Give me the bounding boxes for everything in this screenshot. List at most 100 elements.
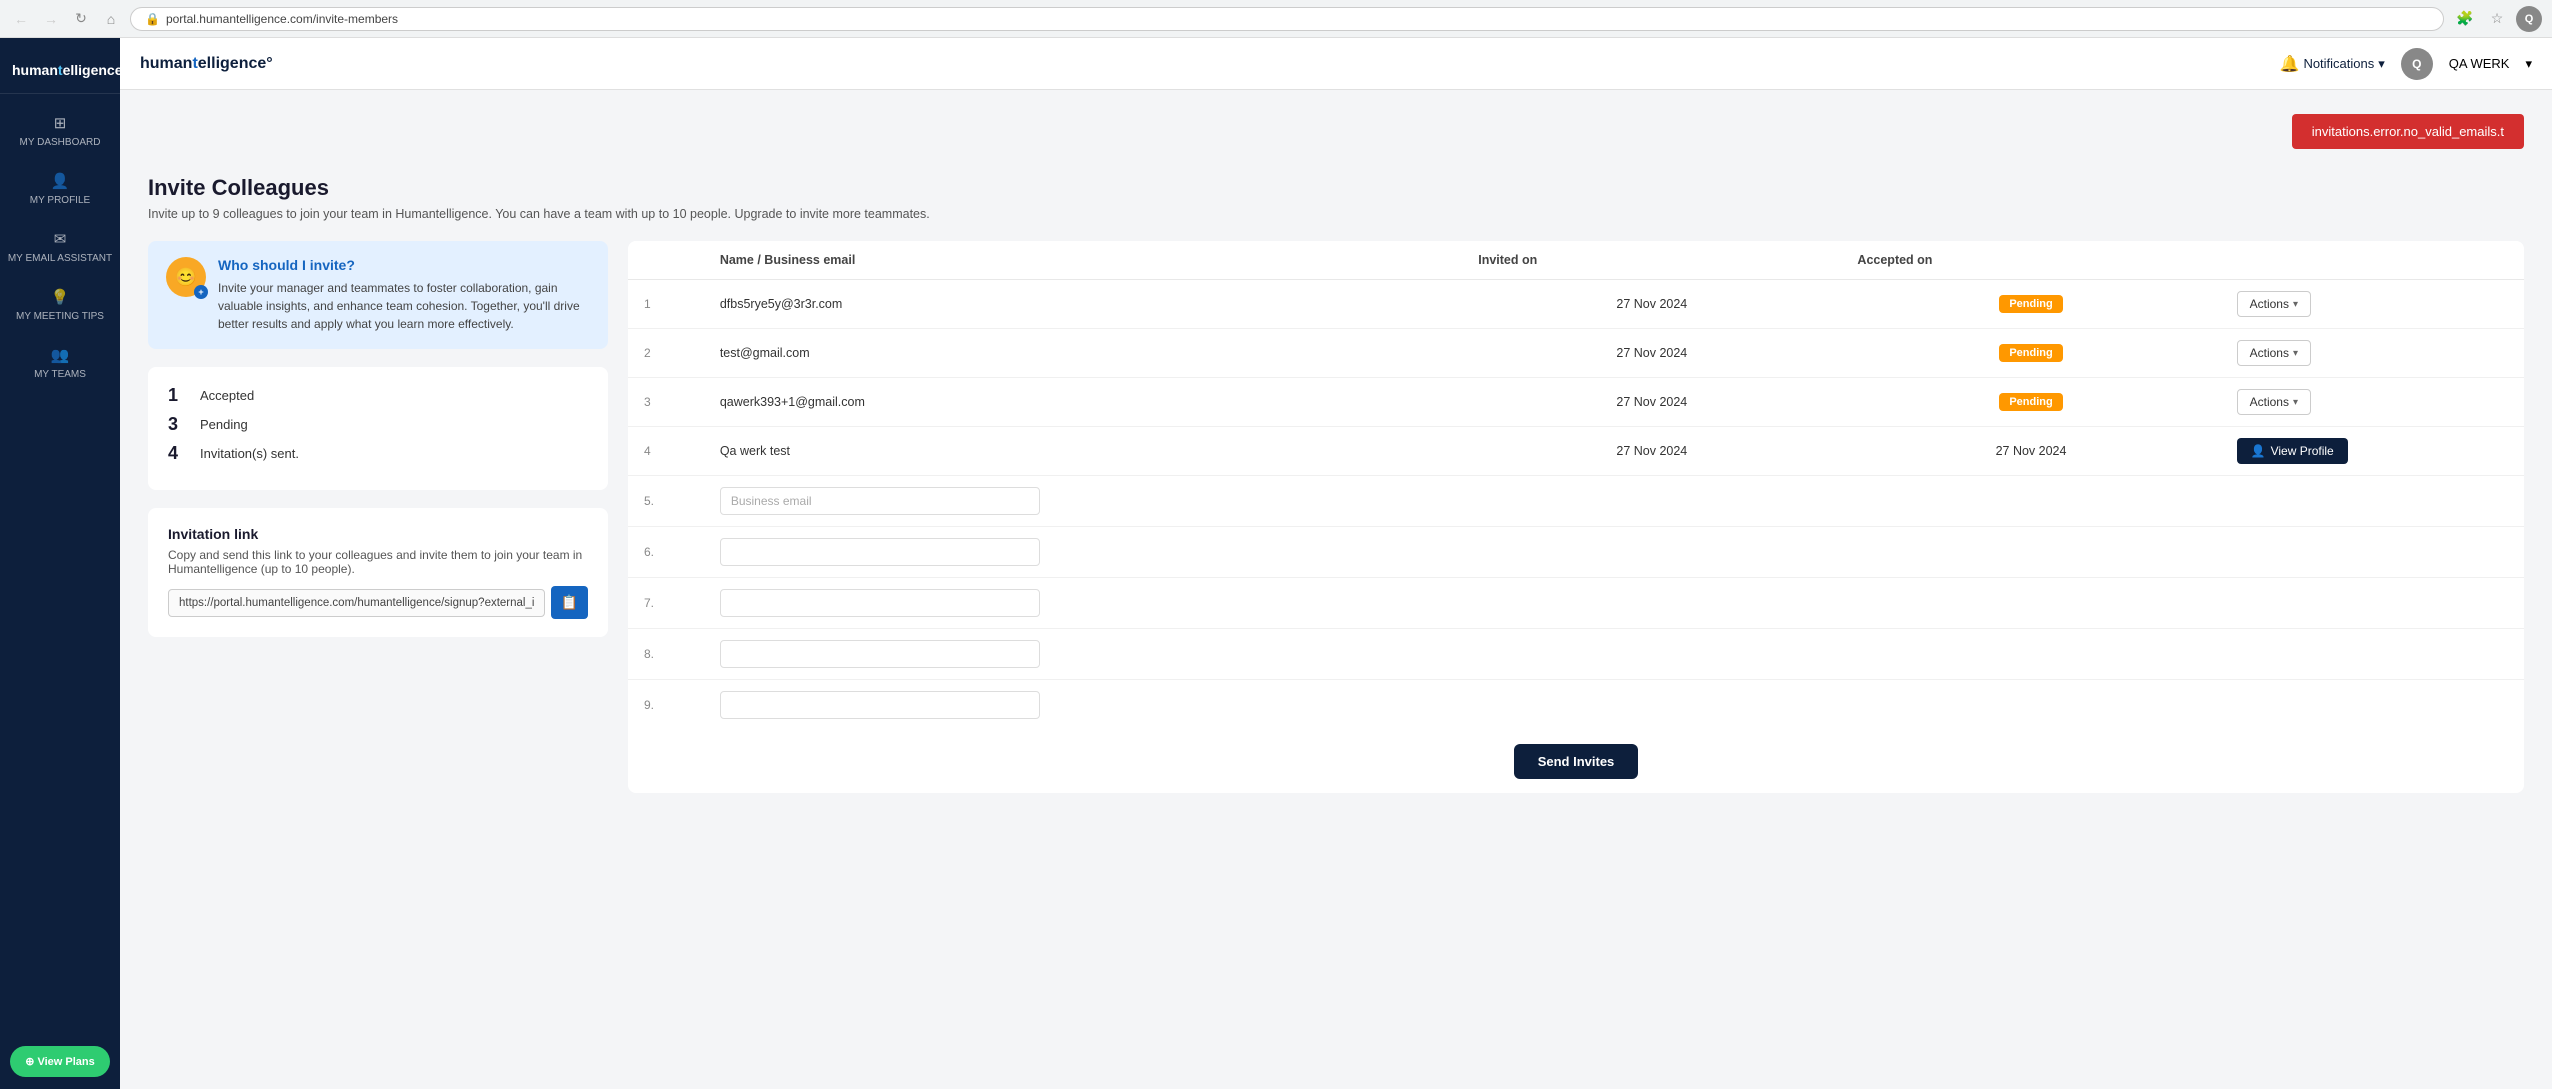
th-invited-on: Invited on (1462, 241, 1841, 280)
bell-icon: 🔔 (2280, 54, 2300, 74)
invite-table-card: Name / Business email Invited on Accepte… (628, 241, 2524, 793)
sidebar-item-email[interactable]: ✉ MY EMAIL ASSISTANT (0, 218, 120, 276)
user-chevron: ▾ (2525, 56, 2532, 72)
row-num: 2 (644, 346, 651, 360)
top-header-right: 🔔 Notifications ▾ Q QA WERK ▾ (2280, 48, 2532, 80)
lock-icon: 🔒 (145, 12, 160, 26)
th-accepted-on: Accepted on (1841, 241, 2220, 280)
pending-badge: Pending (1999, 393, 2062, 411)
info-card: 😊 + Who should I invite? Invite your man… (148, 241, 608, 793)
cell-email-input (704, 476, 2221, 527)
notifications-chevron: ▾ (2378, 56, 2385, 72)
cell-actions: 👤 View Profile (2221, 427, 2524, 476)
email-input-9[interactable] (720, 691, 1040, 719)
stats-box: 1 Accepted 3 Pending 4 Invitation(s) sen… (148, 367, 608, 490)
cell-email: test@gmail.com (704, 329, 1462, 378)
accepted-label: Accepted (200, 388, 254, 403)
reload-button[interactable]: ↻ (70, 8, 92, 30)
pending-label: Pending (200, 417, 248, 432)
actions-button[interactable]: Actions ▾ (2237, 340, 2311, 366)
email-input-7[interactable] (720, 589, 1040, 617)
home-button[interactable]: ⌂ (100, 8, 122, 30)
who-invite-box: 😊 + Who should I invite? Invite your man… (148, 241, 608, 349)
actions-button[interactable]: Actions ▾ (2237, 389, 2311, 415)
cell-email: Qa werk test (704, 427, 1462, 476)
email-input-6[interactable] (720, 538, 1040, 566)
table-row: 6. (628, 527, 2524, 578)
email-input-5[interactable] (720, 487, 1040, 515)
actions-button[interactable]: Actions ▾ (2237, 291, 2311, 317)
sidebar-item-label: MY TEAMS (34, 369, 86, 380)
pending-stat: 3 Pending (168, 414, 588, 435)
accepted-stat: 1 Accepted (168, 385, 588, 406)
cell-email-input (704, 578, 2221, 629)
cell-empty (2221, 578, 2524, 629)
row-num: 8. (644, 647, 654, 661)
table-row: 5. (628, 476, 2524, 527)
copy-link-button[interactable]: 📋 (551, 586, 588, 619)
user-name[interactable]: QA WERK (2449, 56, 2510, 71)
cell-accepted: 27 Nov 2024 (1841, 427, 2220, 476)
cell-invited: 27 Nov 2024 (1462, 280, 1841, 329)
view-plans-button[interactable]: ⊕ View Plans (10, 1046, 110, 1077)
two-col-layout: 😊 + Who should I invite? Invite your man… (148, 241, 2524, 793)
cell-actions: Actions ▾ (2221, 378, 2524, 427)
invitation-link-section: Invitation link Copy and send this link … (148, 508, 608, 637)
actions-label: Actions (2250, 297, 2289, 311)
error-banner: invitations.error.no_valid_emails.t (2292, 114, 2524, 149)
content-area: invitations.error.no_valid_emails.t Invi… (120, 90, 2552, 1089)
sidebar-logo: humantelligence° (0, 48, 120, 94)
cell-email-input (704, 680, 2221, 731)
pending-count: 3 (168, 414, 192, 435)
email-input-8[interactable] (720, 640, 1040, 668)
sidebar: humantelligence° ⊞ MY DASHBOARD 👤 MY PRO… (0, 38, 120, 1089)
forward-button[interactable]: → (40, 8, 62, 30)
address-bar: 🔒 portal.humantelligence.com/invite-memb… (130, 7, 2444, 31)
sidebar-item-label: MY DASHBOARD (20, 137, 101, 148)
row-num: 6. (644, 545, 654, 559)
send-invites-button[interactable]: Send Invites (1514, 744, 1639, 779)
sidebar-item-meeting[interactable]: 💡 MY MEETING TIPS (0, 276, 120, 334)
back-button[interactable]: ← (10, 8, 32, 30)
table-row: 4 Qa werk test 27 Nov 2024 27 Nov 2024 👤… (628, 427, 2524, 476)
browser-chrome: ← → ↻ ⌂ 🔒 portal.humantelligence.com/inv… (0, 0, 2552, 38)
table-row: 1 dfbs5rye5y@3r3r.com 27 Nov 2024 Pendin… (628, 280, 2524, 329)
table-header-row: Name / Business email Invited on Accepte… (628, 241, 2524, 280)
logo-text: humantelligence° (12, 62, 108, 79)
table-row: 7. (628, 578, 2524, 629)
invitation-link-input[interactable] (168, 589, 545, 617)
pending-badge: Pending (1999, 344, 2062, 362)
th-name-email: Name / Business email (704, 241, 1462, 280)
invite-table: Name / Business email Invited on Accepte… (628, 241, 2524, 730)
profile-icon: 👤 (51, 172, 70, 190)
sidebar-item-dashboard[interactable]: ⊞ MY DASHBOARD (0, 102, 120, 160)
bookmark-button[interactable]: ☆ (2484, 6, 2510, 32)
sidebar-nav: ⊞ MY DASHBOARD 👤 MY PROFILE ✉ MY EMAIL A… (0, 102, 120, 1034)
view-profile-button[interactable]: 👤 View Profile (2237, 438, 2348, 464)
chevron-down-icon: ▾ (2293, 397, 2298, 408)
th-num (628, 241, 704, 280)
pending-badge: Pending (1999, 295, 2062, 313)
actions-label: Actions (2250, 346, 2289, 360)
browser-actions: 🧩 ☆ Q (2452, 6, 2542, 32)
user-avatar[interactable]: Q (2401, 48, 2433, 80)
table-row: 8. (628, 629, 2524, 680)
sidebar-item-teams[interactable]: 👥 MY TEAMS (0, 334, 120, 392)
profile-button[interactable]: Q (2516, 6, 2542, 32)
inv-link-desc: Copy and send this link to your colleagu… (168, 548, 588, 576)
cell-email-input (704, 527, 2221, 578)
row-num: 7. (644, 596, 654, 610)
view-profile-label: View Profile (2271, 444, 2334, 458)
browser-avatar: Q (2516, 6, 2542, 32)
sidebar-item-profile[interactable]: 👤 MY PROFILE (0, 160, 120, 218)
actions-label: Actions (2250, 395, 2289, 409)
notifications-button[interactable]: 🔔 Notifications ▾ (2280, 54, 2385, 74)
smile-icon: 😊 (175, 267, 197, 288)
url-text: portal.humantelligence.com/invite-member… (166, 12, 398, 26)
app-shell: humantelligence° ⊞ MY DASHBOARD 👤 MY PRO… (0, 38, 2552, 1089)
cell-empty (2221, 680, 2524, 731)
extensions-button[interactable]: 🧩 (2452, 6, 2478, 32)
who-invite-content: Who should I invite? Invite your manager… (218, 257, 590, 333)
cell-actions: Actions ▾ (2221, 280, 2524, 329)
meeting-icon: 💡 (51, 288, 70, 306)
